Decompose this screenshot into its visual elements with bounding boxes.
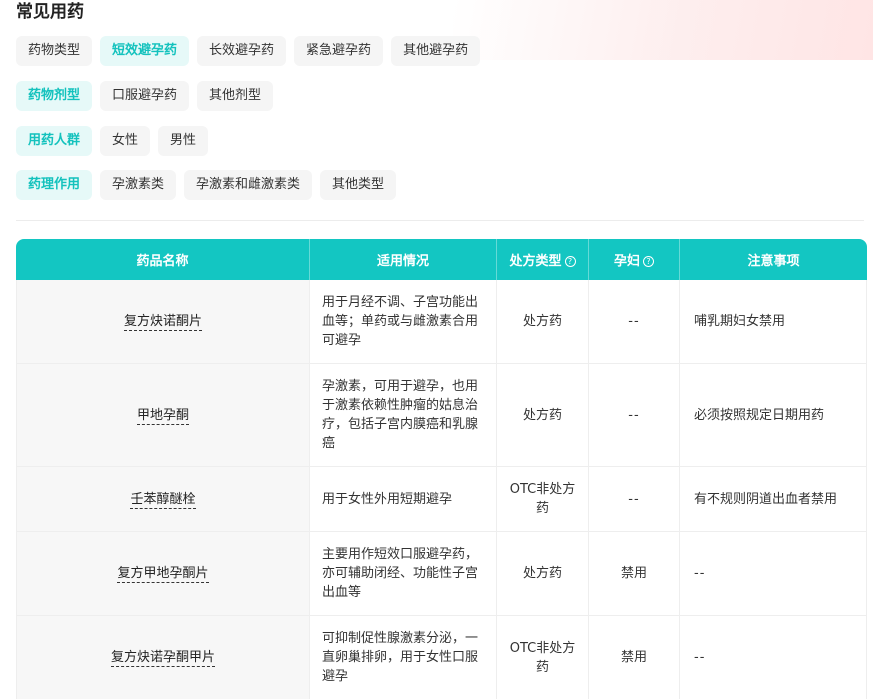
- header-name-label: 药品名称: [136, 254, 189, 269]
- section-title: 常见用药: [16, 2, 84, 22]
- header-name: 药品名称: [16, 239, 310, 280]
- filter-chip[interactable]: 孕激素类: [100, 170, 177, 200]
- header-glow: [453, 0, 873, 60]
- cell-rx-type: OTC非处方药: [497, 616, 589, 699]
- filter-row-population: 用药人群 女性 男性: [16, 126, 209, 156]
- cell-pregnancy: --: [589, 364, 680, 467]
- cell-name: 壬苯醇醚栓: [16, 467, 310, 532]
- drug-name-link[interactable]: 甲地孕酮: [136, 407, 189, 425]
- cell-name: 复方甲地孕酮片: [16, 532, 310, 616]
- cell-name: 甲地孕酮: [16, 364, 310, 467]
- question-circle-icon[interactable]: ?: [643, 256, 654, 267]
- cell-rx-type: 处方药: [497, 532, 589, 616]
- filter-chip[interactable]: 口服避孕药: [100, 81, 190, 111]
- header-pregnancy-label: 孕妇: [613, 254, 640, 269]
- header-rx-type-label: 处方类型: [509, 254, 562, 269]
- table-row: 复方炔诺孕酮甲片 可抑制促性腺激素分泌，一直卵巢排卵，用于女性口服避孕 OTC非…: [16, 616, 867, 699]
- filter-chip[interactable]: 女性: [100, 126, 151, 156]
- drug-name-link[interactable]: 复方炔诺酮片: [123, 313, 202, 331]
- cell-rx-type: 处方药: [497, 364, 589, 467]
- header-notes: 注意事项: [680, 239, 867, 280]
- filter-row-drug-type: 药物类型 短效避孕药 长效避孕药 紧急避孕药 其他避孕药: [16, 36, 481, 66]
- cell-rx-type: 处方药: [497, 280, 589, 364]
- header-rx-type: 处方类型?: [497, 239, 589, 280]
- cell-rx-type: OTC非处方药: [497, 467, 589, 532]
- filter-chip[interactable]: 紧急避孕药: [294, 36, 384, 66]
- filter-chip[interactable]: 其他类型: [320, 170, 397, 200]
- cell-pregnancy-forbidden: 禁用: [589, 616, 680, 699]
- page: 常见用药 药物类型 短效避孕药 长效避孕药 紧急避孕药 其他避孕药 药物剂型 口…: [0, 0, 873, 699]
- table-row: 壬苯醇醚栓 用于女性外用短期避孕 OTC非处方药 -- 有不规则阴道出血者禁用: [16, 467, 867, 532]
- table-row: 复方甲地孕酮片 主要用作短效口服避孕药，亦可辅助闭经、功能性子宫出血等 处方药 …: [16, 532, 867, 616]
- cell-name: 复方炔诺酮片: [16, 280, 310, 364]
- filter-row-dosage-form: 药物剂型 口服避孕药 其他剂型: [16, 81, 274, 111]
- drug-table: 药品名称 适用情况 处方类型? 孕妇? 注意事项 复方炔诺酮片 用于月经不调、子…: [16, 239, 867, 699]
- drug-name-link[interactable]: 复方甲地孕酮片: [117, 565, 209, 583]
- drug-name-link[interactable]: 复方炔诺孕酮甲片: [110, 649, 215, 667]
- cell-notes: 必须按照规定日期用药: [680, 364, 867, 467]
- header-pregnancy: 孕妇?: [589, 239, 680, 280]
- cell-pregnancy: --: [589, 280, 680, 364]
- filter-chip-selected[interactable]: 用药人群: [16, 126, 93, 156]
- table-header-row: 药品名称 适用情况 处方类型? 孕妇? 注意事项: [16, 239, 867, 280]
- filter-row-pharmacology: 药理作用 孕激素类 孕激素和雌激素类 其他类型: [16, 170, 397, 200]
- cell-pregnancy-forbidden: 禁用: [589, 532, 680, 616]
- filter-chip[interactable]: 其他避孕药: [391, 36, 481, 66]
- cell-name: 复方炔诺孕酮甲片: [16, 616, 310, 699]
- filter-chip[interactable]: 男性: [158, 126, 209, 156]
- filter-chip[interactable]: 药物类型: [16, 36, 93, 66]
- cell-usage: 用于月经不调、子宫功能出血等；单药或与雌激素合用可避孕: [310, 280, 497, 364]
- header-notes-label: 注意事项: [747, 254, 800, 269]
- filter-chip-selected[interactable]: 药理作用: [16, 170, 93, 200]
- table-row: 甲地孕酮 孕激素，可用于避孕，也用于激素依赖性肿瘤的姑息治疗，包括子宫内膜癌和乳…: [16, 364, 867, 467]
- drug-name-link[interactable]: 壬苯醇醚栓: [130, 491, 196, 509]
- cell-usage: 孕激素，可用于避孕，也用于激素依赖性肿瘤的姑息治疗，包括子宫内膜癌和乳腺癌: [310, 364, 497, 467]
- cell-usage: 用于女性外用短期避孕: [310, 467, 497, 532]
- divider: [16, 220, 864, 221]
- cell-usage: 可抑制促性腺激素分泌，一直卵巢排卵，用于女性口服避孕: [310, 616, 497, 699]
- filter-chip[interactable]: 长效避孕药: [197, 36, 287, 66]
- header-usage-label: 适用情况: [376, 254, 429, 269]
- cell-usage: 主要用作短效口服避孕药，亦可辅助闭经、功能性子宫出血等: [310, 532, 497, 616]
- cell-notes: --: [680, 532, 867, 616]
- header-usage: 适用情况: [310, 239, 497, 280]
- cell-pregnancy: --: [589, 467, 680, 532]
- table-row: 复方炔诺酮片 用于月经不调、子宫功能出血等；单药或与雌激素合用可避孕 处方药 -…: [16, 280, 867, 364]
- cell-notes: --: [680, 616, 867, 699]
- cell-notes: 哺乳期妇女禁用: [680, 280, 867, 364]
- question-circle-icon[interactable]: ?: [564, 256, 576, 267]
- filter-chip[interactable]: 孕激素和雌激素类: [184, 170, 313, 200]
- filter-chip[interactable]: 其他剂型: [197, 81, 274, 111]
- filter-chip-selected[interactable]: 短效避孕药: [100, 36, 190, 66]
- cell-notes: 有不规则阴道出血者禁用: [680, 467, 867, 532]
- filter-chip-selected[interactable]: 药物剂型: [16, 81, 93, 111]
